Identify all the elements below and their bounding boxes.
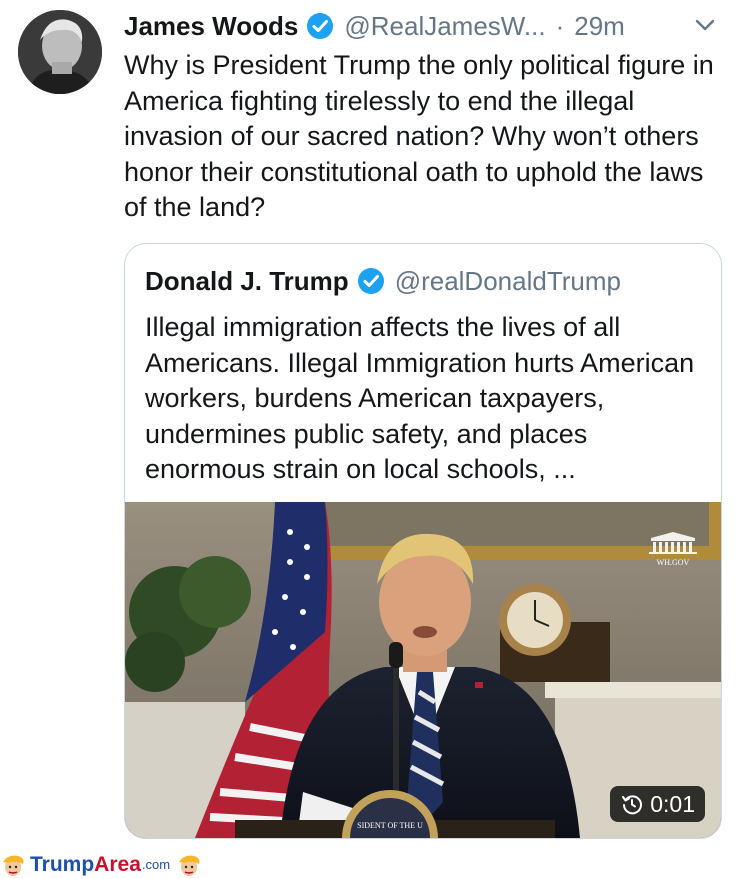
verified-badge-icon [357,267,385,295]
podium-seal-text: SIDENT OF THE U [357,821,423,830]
avatar-photo [18,10,102,94]
author-handle[interactable]: @RealJamesW... [344,11,545,42]
author-avatar[interactable] [18,10,102,94]
chevron-down-icon[interactable] [692,12,718,38]
author-name[interactable]: James Woods [124,11,298,42]
tweet-text: Why is President Trump the only politica… [124,50,714,222]
tweet-timestamp[interactable]: 29m [574,11,625,42]
watermark-brand-part1: Trump [30,852,95,876]
trump-caricature-icon [3,855,24,876]
quoted-tweet-header: Donald J. Trump @realDonaldTrump [145,264,621,298]
quoted-tweet-text: Illegal immigration affects the lives of… [145,312,695,484]
video-duration: 0:01 [650,790,695,817]
watermark-brand-suffix: .com [141,857,171,872]
verified-badge-icon [306,12,334,40]
replay-icon [622,795,643,815]
quoted-tweet-card[interactable]: Donald J. Trump @realDonaldTrump Illegal… [124,243,722,839]
watermark-brand-part2: Area [94,852,141,876]
wh-gov-watermark: WH.GOV [657,558,690,567]
site-watermark: Trump Area .com [0,850,202,879]
separator-dot: · [555,10,565,41]
quoted-author-name: Donald J. Trump [145,265,349,296]
trump-caricature-icon [179,855,200,876]
quoted-author-handle: @realDonaldTrump [394,265,621,296]
video-player[interactable]: WH.GOV SIDENT OF THE U 0:01 [125,502,721,838]
tweet-header: James Woods @RealJamesW... · 29m [124,8,726,44]
video-duration-badge: 0:01 [610,786,705,822]
